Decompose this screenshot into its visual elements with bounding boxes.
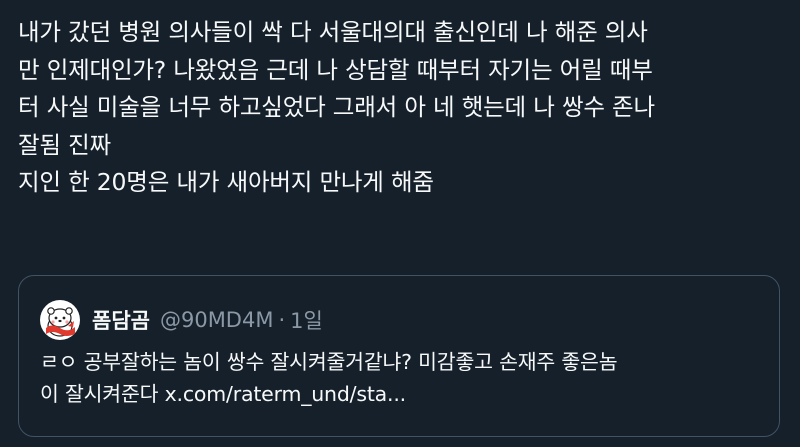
tweet-text-line: 잘됨 진짜 bbox=[18, 130, 111, 159]
tweet-text-line: 내가 갔던 병원 의사들이 싹 다 서울대의대 출신인데 나 해준 의사 bbox=[18, 18, 648, 46]
quoted-text-line: 이 잘시켜준다 x.com/raterm_und/sta... bbox=[40, 382, 406, 406]
avatar[interactable] bbox=[40, 300, 80, 340]
quoted-tweet-card[interactable]: 폼담곰 @90MD4M · 1일 ㄹㅇ 공부잘하는 놈이 쌍수 잘시켜줄거같냐?… bbox=[18, 275, 780, 437]
separator-dot: · bbox=[278, 308, 286, 332]
quoted-tweet-header: 폼담곰 @90MD4M · 1일 bbox=[40, 300, 323, 340]
quoted-text-line: ㄹㅇ 공부잘하는 놈이 쌍수 잘시켜줄거같냐? 미감좋고 손재주 좋은놈 bbox=[40, 350, 618, 374]
quoted-post-age[interactable]: 1일 bbox=[290, 305, 323, 335]
quoted-author-name[interactable]: 폼담곰 bbox=[92, 305, 150, 335]
bear-mascot-icon bbox=[46, 307, 75, 337]
quoted-author-handle[interactable]: @90MD4M bbox=[160, 308, 274, 332]
tweet-text-line: 터 사실 미술을 너무 하고싶었다 그래서 아 네 햇는데 나 쌍수 존나 bbox=[18, 93, 655, 121]
tweet-text-line: 만 인제대인가? 나왔었음 근데 나 상담할 때부터 자기는 어릴 때부 bbox=[18, 55, 653, 84]
tweet-text: 내가 갔던 병원 의사들이 싹 다 서울대의대 출신인데 나 해준 의사 만 인… bbox=[18, 14, 788, 202]
quoted-tweet-text: ㄹㅇ 공부잘하는 놈이 쌍수 잘시켜줄거같냐? 미감좋고 손재주 좋은놈 이 잘… bbox=[40, 346, 765, 410]
tweet-text-line: 지인 한 20명은 내가 새아버지 만나게 해줌 bbox=[18, 168, 434, 196]
